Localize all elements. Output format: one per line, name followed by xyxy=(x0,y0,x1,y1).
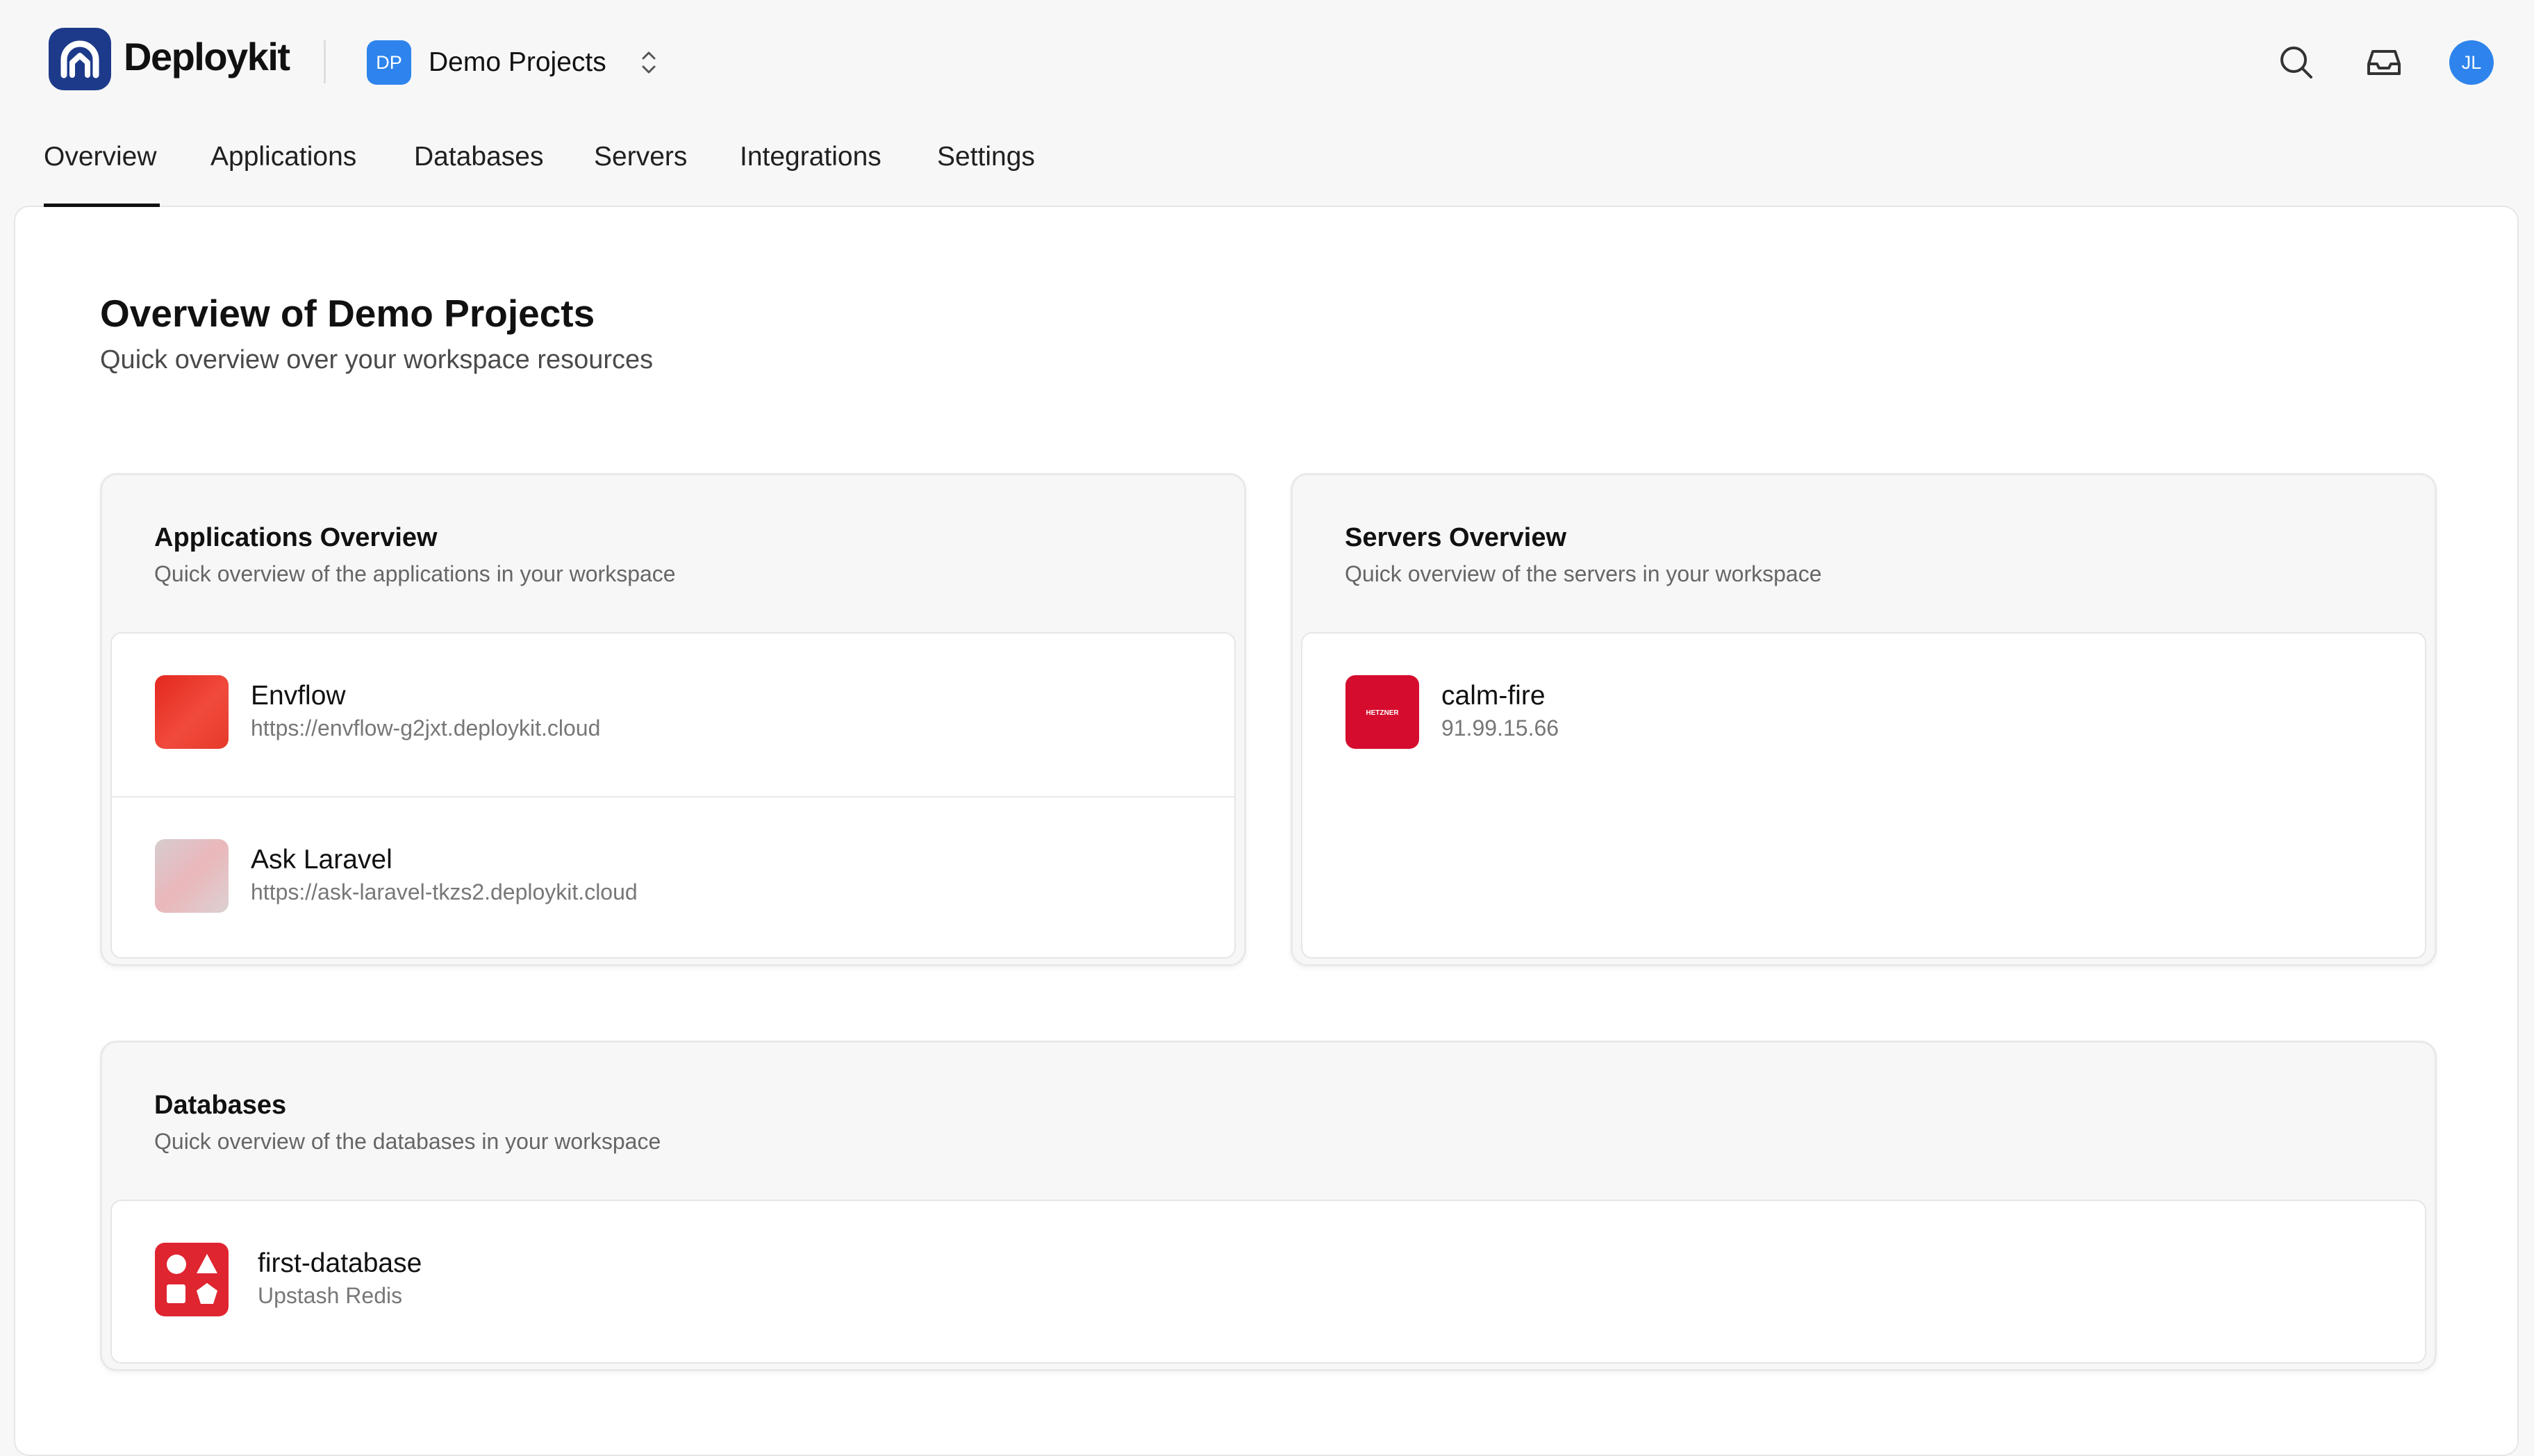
tab-databases[interactable]: Databases xyxy=(414,136,543,178)
application-row-envflow[interactable]: Envflow https://envflow-g2jxt.deploykit.… xyxy=(112,634,1234,795)
workspace-name[interactable]: Demo Projects xyxy=(429,43,606,82)
ask-laravel-app-icon xyxy=(155,839,229,913)
card-subtitle: Quick overview of the applications in yo… xyxy=(154,561,676,586)
database-name[interactable]: first-database xyxy=(258,1246,422,1282)
main-panel: Overview of Demo Projects Quick overview… xyxy=(14,206,2519,1456)
brand-name[interactable]: Deploykit xyxy=(124,32,290,82)
card-subtitle: Quick overview of the databases in your … xyxy=(154,1129,661,1154)
application-url[interactable]: https://ask-laravel-tkzs2.deploykit.clou… xyxy=(251,877,638,907)
servers-list: HETZNER calm-fire 91.99.15.66 xyxy=(1301,632,2426,959)
envflow-app-icon xyxy=(155,675,229,749)
tab-applications[interactable]: Applications xyxy=(210,136,356,178)
application-name[interactable]: Envflow xyxy=(251,678,346,714)
tab-settings[interactable]: Settings xyxy=(937,136,1035,178)
database-row-first-database[interactable]: first-database Upstash Redis xyxy=(112,1201,2425,1362)
tab-overview[interactable]: Overview xyxy=(44,136,157,178)
card-title: Applications Overview xyxy=(154,523,438,552)
deploykit-logo-icon[interactable] xyxy=(49,28,111,90)
server-ip[interactable]: 91.99.15.66 xyxy=(1441,713,1559,743)
workspace-badge[interactable]: DP xyxy=(367,40,411,85)
page-title: Overview of Demo Projects xyxy=(100,292,595,335)
hetzner-logo-text: HETZNER xyxy=(1366,709,1399,717)
server-row-calm-fire[interactable]: HETZNER calm-fire 91.99.15.66 xyxy=(1302,634,2425,795)
database-type[interactable]: Upstash Redis xyxy=(258,1280,402,1311)
workspace-switcher-chevrons-icon[interactable] xyxy=(638,47,660,78)
card-title: Databases xyxy=(154,1091,287,1120)
card-subtitle: Quick overview of the servers in your wo… xyxy=(1345,561,1822,586)
databases-list: first-database Upstash Redis xyxy=(110,1200,2426,1364)
inbox-icon[interactable] xyxy=(2363,42,2405,83)
server-name[interactable]: calm-fire xyxy=(1441,678,1546,714)
applications-overview-card: Applications Overview Quick overview of … xyxy=(100,473,1246,966)
servers-overview-card: Servers Overview Quick overview of the s… xyxy=(1291,473,2437,966)
header-divider xyxy=(324,40,326,83)
page-subtitle: Quick overview over your workspace resou… xyxy=(100,345,654,374)
top-header: Deploykit DP Demo Projects JL xyxy=(0,0,2534,125)
databases-overview-card: Databases Quick overview of the database… xyxy=(100,1041,2437,1371)
search-icon[interactable] xyxy=(2276,42,2317,83)
card-title: Servers Overview xyxy=(1345,523,1567,552)
user-avatar[interactable]: JL xyxy=(2449,40,2494,85)
active-tab-indicator xyxy=(44,204,160,207)
application-row-ask-laravel[interactable]: Ask Laravel https://ask-laravel-tkzs2.de… xyxy=(112,796,1234,959)
tab-integrations[interactable]: Integrations xyxy=(740,136,881,178)
hetzner-logo-icon: HETZNER xyxy=(1345,675,1419,749)
application-name[interactable]: Ask Laravel xyxy=(251,842,392,878)
applications-list: Envflow https://envflow-g2jxt.deploykit.… xyxy=(110,632,1236,959)
upstash-redis-icon xyxy=(155,1243,229,1316)
application-url[interactable]: https://envflow-g2jxt.deploykit.cloud xyxy=(251,713,600,743)
tab-servers[interactable]: Servers xyxy=(594,136,687,178)
